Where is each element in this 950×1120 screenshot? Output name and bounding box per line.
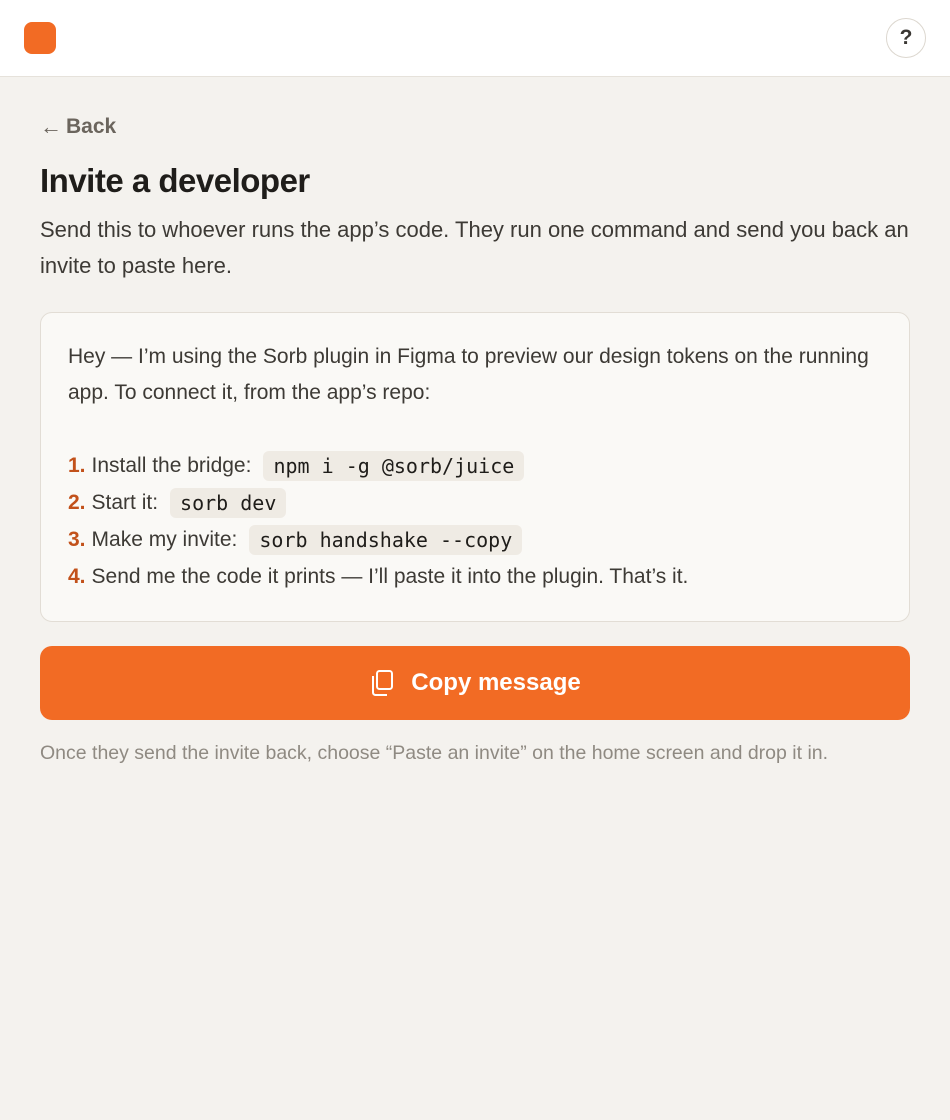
back-arrow-icon: ← [40, 114, 62, 139]
step-text: Install the bridge: [91, 454, 252, 477]
step-text: Start it: [91, 491, 159, 514]
step-number: 3. [68, 528, 86, 551]
step-code: sorb handshake --copy [249, 524, 523, 555]
top-bar: ? [0, 0, 950, 77]
message-steps: 1. Install the bridge: npm i -g @sorb/ju… [68, 447, 882, 595]
step-code: npm i -g @sorb/juice [263, 450, 525, 481]
back-label: Back [66, 115, 117, 138]
step-number: 1. [68, 454, 86, 477]
step-code: sorb dev [170, 487, 287, 518]
back-link[interactable]: ← Back [40, 114, 116, 140]
help-button[interactable]: ? [886, 18, 926, 58]
page-title: Invite a developer [40, 162, 310, 199]
copy-icon [372, 670, 394, 696]
paste-invite-hint: Once they send the invite back, choose “… [40, 742, 829, 764]
message-intro: Hey — I’m using the Sorb plugin in Figma… [68, 345, 869, 404]
step-install: 1. Install the bridge: npm i -g @sorb/ju… [68, 447, 882, 484]
app-logo [24, 22, 56, 54]
step-text: Send me the code it prints — I’ll paste … [91, 565, 689, 588]
page-description: Send this to whoever runs the app’s code… [40, 217, 909, 278]
step-send: 4. Send me the code it prints — I’ll pas… [68, 558, 882, 595]
copy-message-label: Copy message [411, 669, 581, 696]
step-number: 2. [68, 491, 86, 514]
step-number: 4. [68, 565, 86, 588]
invite-message-card: Hey — I’m using the Sorb plugin in Figma… [40, 312, 910, 622]
step-text: Make my invite: [91, 528, 238, 551]
step-start: 2. Start it: sorb dev [68, 484, 882, 521]
step-invite: 3. Make my invite: sorb handshake --copy [68, 521, 882, 558]
copy-message-button[interactable]: Copy message [40, 646, 910, 720]
